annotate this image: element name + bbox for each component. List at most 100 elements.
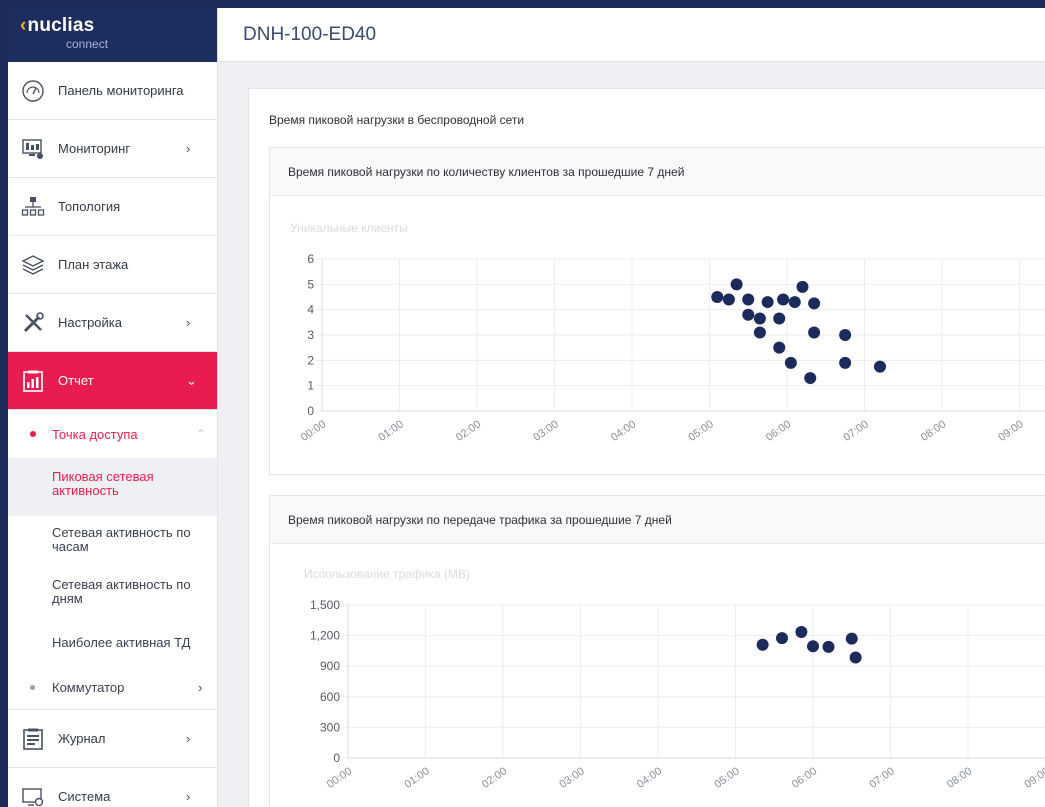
sidebar-item-topology[interactable]: Топология <box>8 178 217 236</box>
x-tick-label: 03:00 <box>557 765 586 791</box>
scatter-point <box>776 632 788 645</box>
x-tick-label: 02:00 <box>480 765 509 791</box>
sidebar-item-label: Мониторинг <box>58 141 131 156</box>
y-tick-label: 1,500 <box>310 598 340 612</box>
logo[interactable]: ‹nuclias connect <box>8 8 217 62</box>
bullet-icon <box>30 431 36 437</box>
submenu-label: Коммутатор <box>52 680 125 695</box>
submenu-link-peak-activity[interactable]: Пиковая сетевая активность <box>8 458 217 516</box>
scatter-point <box>742 293 755 306</box>
submenu-link-hourly-activity[interactable]: Сетевая активность по часам <box>8 516 217 568</box>
sidebar-item-label: Отчет <box>58 373 94 388</box>
tools-icon <box>20 310 46 336</box>
scatter-point <box>742 308 755 321</box>
y-tick-label: 5 <box>307 277 314 291</box>
chart-panel-clients: Время пиковой нагрузки по количеству кли… <box>269 147 1045 475</box>
x-tick-label: 06:00 <box>764 418 793 444</box>
dashboard-gauge-icon <box>20 78 46 104</box>
y-tick-label: 0 <box>333 751 340 765</box>
monitor-icon <box>20 136 46 162</box>
scatter-point <box>756 638 769 651</box>
chevron-right-icon: › <box>186 141 191 156</box>
page-title: DNH-100-ED40 <box>243 23 377 45</box>
scatter-point <box>839 329 852 341</box>
chevron-right-icon: › <box>186 731 191 746</box>
x-tick-label: 04:00 <box>609 418 638 444</box>
sidebar-item-report[interactable]: Отчет ⌄ <box>8 352 217 410</box>
scatter-point <box>730 278 743 291</box>
submenu-link-daily-activity[interactable]: Сетевая активность по дням <box>8 568 217 620</box>
x-tick-label: 09:00 <box>1022 765 1045 791</box>
x-tick-label: 05:00 <box>686 418 715 444</box>
x-tick-label: 00:00 <box>299 418 328 444</box>
floor-plan-icon <box>20 252 46 278</box>
sidebar-item-dashboard[interactable]: Панель мониторинга <box>8 62 217 120</box>
scatter-point <box>773 312 786 325</box>
traffic-scatter-chart: Использование трафика (MB) 0 300 600 900 1,20… <box>304 567 1045 791</box>
x-tick-label: 00:00 <box>325 765 354 791</box>
submenu-link-top-ap[interactable]: Наиболее активная ТД <box>8 620 217 666</box>
sidebar-item-journal[interactable]: Журнал › <box>8 710 217 768</box>
logo-chevron-icon: ‹ <box>20 15 27 36</box>
scatter-point <box>804 372 817 385</box>
x-tick-label: 02:00 <box>454 418 483 444</box>
logo-text: nuclias <box>27 15 95 36</box>
submenu-switch[interactable]: Коммутатор › <box>8 666 217 710</box>
scatter-point <box>849 651 862 664</box>
logo-subtext: connect <box>66 37 109 51</box>
scatter-point <box>753 326 766 339</box>
sidebar-item-label: Топология <box>58 199 121 214</box>
sidebar-item-system[interactable]: Система › <box>8 768 217 807</box>
sidebar-item-floor-plan[interactable]: План этажа <box>8 236 217 294</box>
x-tick-label: 05:00 <box>712 765 741 791</box>
sidebar-item-monitoring[interactable]: Мониторинг › <box>8 120 217 178</box>
scatter-point <box>788 296 801 309</box>
submenu-label: Точка доступа <box>52 426 138 442</box>
chart-panel-traffic: Время пиковой нагрузки по передаче трафи… <box>269 495 1045 807</box>
scatter-point <box>795 626 808 639</box>
x-tick-label: 08:00 <box>945 765 974 791</box>
scatter-point <box>761 296 774 309</box>
sidebar-item-label: План этажа <box>58 257 129 272</box>
y-tick-label: 900 <box>320 659 340 673</box>
sidebar-item-settings[interactable]: Настройка › <box>8 294 217 352</box>
sidebar-item-label: Панель мониторинга <box>58 83 184 98</box>
y-tick-label: 1 <box>307 379 314 393</box>
topology-icon <box>20 194 46 220</box>
journal-icon <box>20 726 46 752</box>
y-tick-label: 300 <box>320 720 340 734</box>
bullet-icon <box>30 685 35 690</box>
app-frame: ‹nuclias connect Панель мониторинга Мони… <box>8 8 1045 807</box>
x-tick-label: 06:00 <box>790 765 819 791</box>
scatter-point <box>777 293 790 306</box>
scatter-point <box>807 640 819 653</box>
x-tick-label: 08:00 <box>919 418 948 444</box>
chevron-up-icon: ⌃ <box>196 427 207 441</box>
report-submenu: Точка доступа ⌃ Пиковая сетевая активнос… <box>8 410 217 710</box>
scatter-point <box>808 297 821 310</box>
submenu-access-point[interactable]: Точка доступа ⌃ <box>8 410 217 458</box>
sidebar: ‹nuclias connect Панель мониторинга Мони… <box>8 8 218 807</box>
panel-title: Время пиковой нагрузки по количеству кли… <box>270 148 1045 196</box>
y-tick-label: 600 <box>320 690 340 704</box>
scatter-point <box>845 632 858 645</box>
chevron-down-icon: ⌄ <box>186 372 197 388</box>
top-header: DNH-100-ED40 <box>218 8 1045 62</box>
x-tick-label: 03:00 <box>531 418 560 444</box>
card-title: Время пиковой нагрузки в беспроводной се… <box>269 113 525 127</box>
sidebar-item-label: Система <box>58 789 111 804</box>
y-tick-label: 4 <box>307 303 314 317</box>
x-tick-label: 07:00 <box>867 765 896 791</box>
scatter-point <box>784 356 797 369</box>
scatter-point <box>822 640 835 653</box>
y-axis-caption: Использование трафика (MB) <box>304 567 470 581</box>
y-tick-label: 1,200 <box>310 629 340 643</box>
chevron-right-icon: › <box>186 789 191 804</box>
report-icon <box>20 368 46 394</box>
clients-scatter-chart: Уникальные клиенты 0 1 2 3 4 5 6 00:00 01:00 02:00… <box>290 221 1045 444</box>
sidebar-item-label: Журнал <box>58 731 106 746</box>
scatter-point <box>839 356 852 369</box>
system-icon <box>20 784 46 807</box>
y-axis-caption: Уникальные клиенты <box>290 221 408 235</box>
y-tick-label: 0 <box>307 404 314 418</box>
